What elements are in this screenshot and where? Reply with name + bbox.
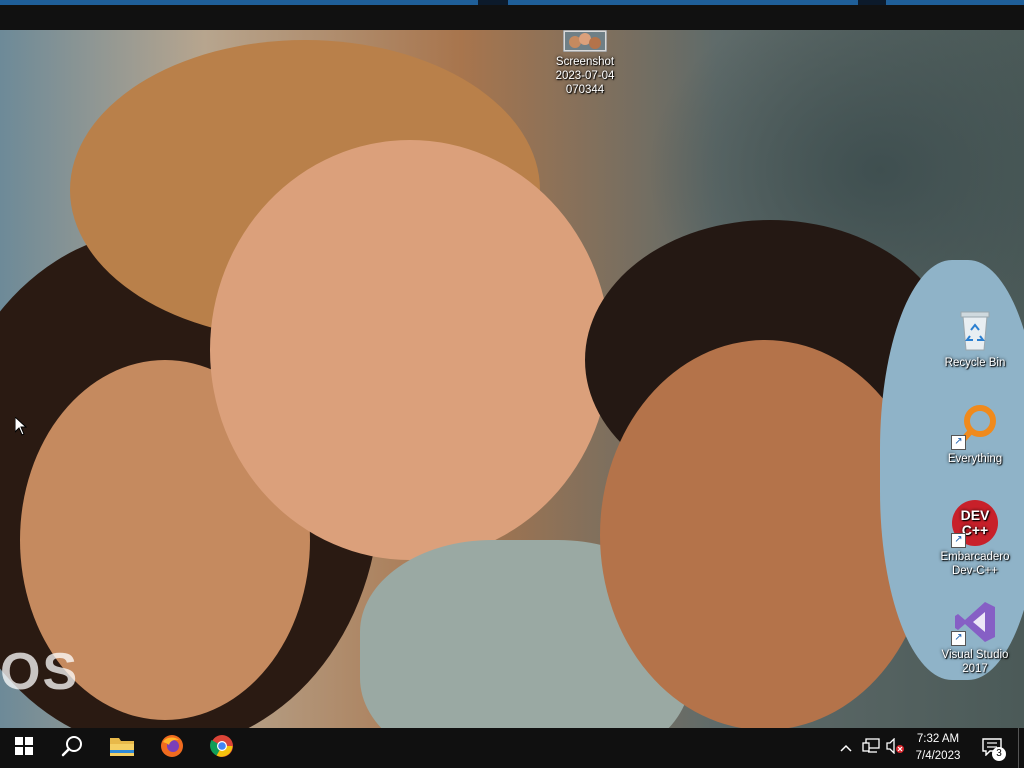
file-explorer-icon: [110, 736, 134, 761]
chrome-icon: [210, 734, 234, 763]
network-button[interactable]: [860, 728, 882, 768]
mouse-cursor-icon: [14, 415, 28, 441]
search-button[interactable]: [48, 728, 96, 768]
desktop-icon-label: Embarcadero: [940, 551, 1010, 563]
network-icon: [862, 737, 880, 759]
search-icon: [61, 735, 83, 762]
top-strip-segment: [508, 0, 858, 5]
firefox-icon: [160, 734, 184, 763]
clock-time: 7:32 AM: [916, 733, 960, 745]
chevron-up-icon: [840, 739, 852, 757]
desktop-icon-visual-studio[interactable]: ↗ Visual Studio 2017: [930, 598, 1020, 676]
file-explorer-button[interactable]: [98, 728, 146, 768]
action-center-button[interactable]: 3: [978, 728, 1008, 768]
wallpaper-face-center: [210, 140, 610, 560]
top-window-strip: [0, 0, 1024, 30]
desktop-wallpaper: OS: [0, 30, 1024, 728]
dev-cpp-badge-text: DEV: [960, 507, 990, 523]
dev-cpp-icon: DEV C++ ↗: [951, 500, 999, 548]
desktop-icon-label: Everything: [947, 453, 1003, 465]
volume-muted-icon: [886, 736, 904, 759]
desktop-icon-label: 070344: [565, 84, 605, 96]
shortcut-arrow-icon: ↗: [951, 631, 966, 646]
desktop-icon-label: Screenshot: [555, 56, 615, 68]
shortcut-arrow-icon: ↗: [951, 435, 966, 450]
taskbar-clock[interactable]: 7:32 AM 7/4/2023: [906, 731, 970, 765]
shortcut-arrow-icon: ↗: [951, 533, 966, 548]
notification-icon: 3: [982, 738, 1006, 761]
desktop-icon-label: Visual Studio: [941, 649, 1009, 661]
desktop-icon-label: Recycle Bin: [944, 357, 1006, 369]
everything-icon: ↗: [951, 402, 999, 450]
wallpaper-face-right: [600, 340, 930, 728]
start-button[interactable]: [0, 728, 48, 768]
show-hidden-icons-button[interactable]: [836, 728, 856, 768]
desktop-screen: OS Screenshot 2023-07-04 070344 Recycle …: [0, 0, 1024, 768]
screenshot-file-icon: [562, 29, 608, 53]
notification-count-badge: 3: [992, 747, 1006, 761]
desktop-icon-label: Dev-C++: [951, 565, 999, 577]
clock-date: 7/4/2023: [915, 750, 961, 762]
top-strip-segment: [886, 0, 1024, 5]
taskbar: 7:32 AM 7/4/2023 3: [0, 728, 1024, 768]
show-desktop-button[interactable]: [1018, 728, 1024, 768]
desktop-icon-dev-cpp[interactable]: DEV C++ ↗ Embarcadero Dev-C++: [930, 500, 1020, 578]
visual-studio-icon: ↗: [951, 598, 999, 646]
desktop-icon-label: 2023-07-04: [555, 70, 615, 82]
start-icon: [15, 736, 33, 760]
firefox-button[interactable]: [148, 728, 196, 768]
top-strip-segment: [0, 0, 478, 5]
desktop-icon-label: 2017: [962, 663, 988, 675]
desktop-icon-screenshot[interactable]: Screenshot 2023-07-04 070344: [540, 29, 630, 97]
desktop-icon-recycle-bin[interactable]: Recycle Bin: [930, 306, 1020, 370]
chrome-button[interactable]: [198, 728, 246, 768]
recycle-bin-icon: [951, 306, 999, 354]
volume-button[interactable]: [884, 728, 906, 768]
wallpaper-text: OS: [0, 643, 80, 701]
desktop-icon-everything[interactable]: ↗ Everything: [930, 402, 1020, 466]
